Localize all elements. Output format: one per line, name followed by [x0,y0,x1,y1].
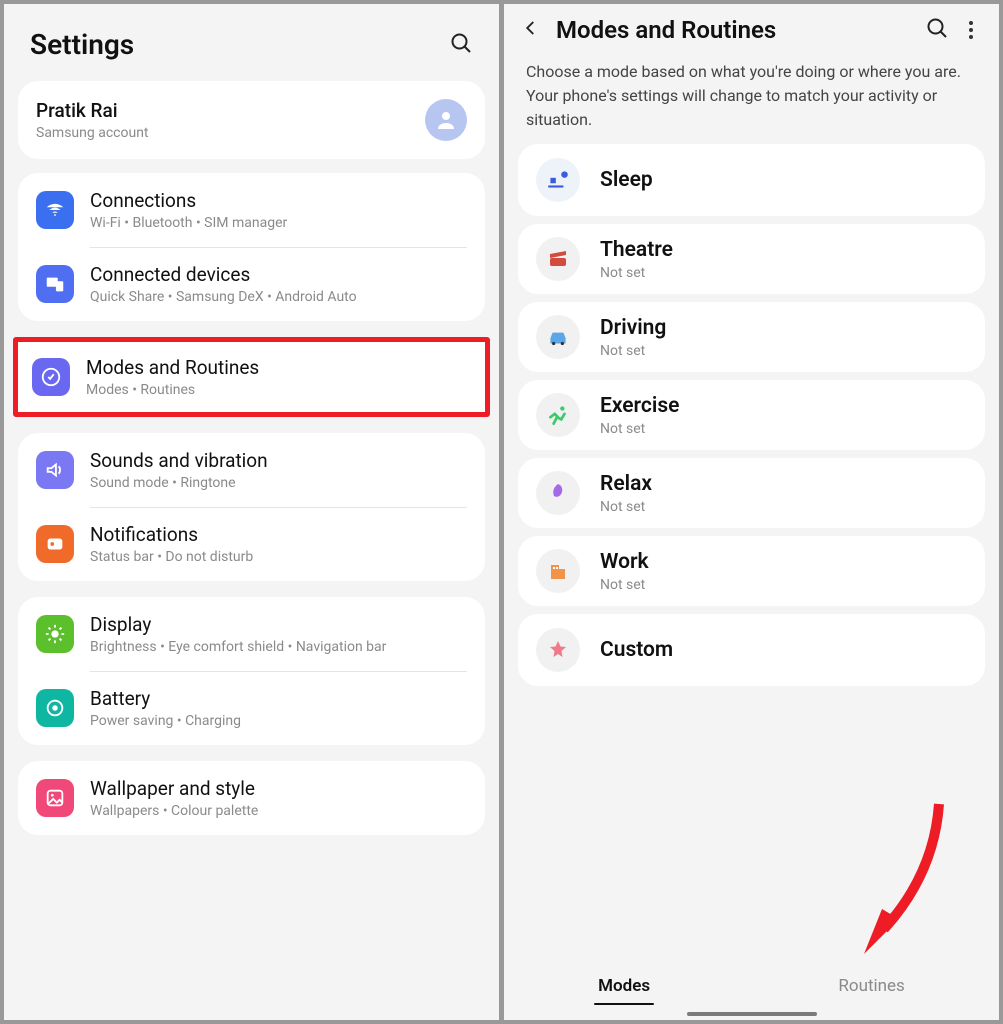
list-item-title: Battery [90,687,241,710]
search-icon[interactable] [449,31,473,59]
wallpaper-icon [36,779,74,817]
display-icon [36,615,74,653]
modes-description: Choose a mode based on what you're doing… [504,50,999,144]
mode-relax[interactable]: Relax Not set [518,458,985,528]
exercise-icon [536,393,580,437]
list-item-title: Connections [90,189,287,212]
list-item-title: Modes and Routines [86,356,259,379]
battery-icon [36,689,74,727]
list-item-wallpaper[interactable]: Wallpaper and style Wallpapers • Colour … [18,761,485,835]
mode-exercise[interactable]: Exercise Not set [518,380,985,450]
account-sub: Samsung account [36,125,149,141]
mode-custom[interactable]: Custom [518,614,985,686]
page-title: Settings [30,28,134,61]
work-icon [536,549,580,593]
list-item-title: Wallpaper and style [90,777,258,800]
account-card[interactable]: Pratik Rai Samsung account [18,81,485,159]
highlighted-modes-routines[interactable]: Modes and Routines Modes • Routines [13,337,490,417]
back-icon[interactable] [522,19,540,41]
settings-group-4: Wallpaper and style Wallpapers • Colour … [18,761,485,835]
mode-title: Custom [600,638,673,662]
list-item-title: Connected devices [90,263,357,286]
settings-group-1: Connections Wi-Fi • Bluetooth • SIM mana… [18,173,485,321]
list-item-sub: Status bar • Do not disturb [90,549,253,565]
settings-header: Settings [4,4,499,75]
mode-sub: Not set [600,499,652,515]
list-item-title: Sounds and vibration [90,449,268,472]
mode-title: Work [600,550,649,574]
list-item-sounds[interactable]: Sounds and vibration Sound mode • Ringto… [18,433,485,507]
mode-driving[interactable]: Driving Not set [518,302,985,372]
sleep-icon [536,158,580,202]
tab-modes[interactable]: Modes [594,968,654,1004]
settings-group-3: Display Brightness • Eye comfort shield … [18,597,485,745]
modes-routines-screen: Modes and Routines Choose a mode based o… [504,4,999,1020]
notifications-icon [36,525,74,563]
bottom-tabs: Modes Routines [504,962,999,1008]
mode-theatre[interactable]: Theatre Not set [518,224,985,294]
mode-title: Sleep [600,168,653,192]
list-item-sub: Quick Share • Samsung DeX • Android Auto [90,289,357,305]
mode-work[interactable]: Work Not set [518,536,985,606]
list-item-battery[interactable]: Battery Power saving • Charging [18,671,485,745]
page-title: Modes and Routines [556,16,909,44]
list-item-sub: Wi-Fi • Bluetooth • SIM manager [90,215,287,231]
mode-sub: Not set [600,421,679,437]
list-item-sub: Wallpapers • Colour palette [90,803,258,819]
list-item-title: Display [90,613,386,636]
mode-sub: Not set [600,265,673,281]
tab-routines[interactable]: Routines [834,968,908,1004]
list-item-sub: Brightness • Eye comfort shield • Naviga… [90,639,386,655]
mode-sub: Not set [600,577,649,593]
wifi-icon [36,191,74,229]
list-item-title: Notifications [90,523,253,546]
custom-icon [536,628,580,672]
mode-title: Driving [600,316,666,340]
modes-routines-icon [32,358,70,396]
devices-icon [36,265,74,303]
mode-title: Exercise [600,394,679,418]
mode-sleep[interactable]: Sleep [518,144,985,216]
sound-icon [36,451,74,489]
search-icon[interactable] [925,16,949,44]
account-name: Pratik Rai [36,99,149,122]
list-item-notifications[interactable]: Notifications Status bar • Do not distur… [18,507,485,581]
modes-header: Modes and Routines [504,4,999,50]
mode-sub: Not set [600,343,666,359]
settings-screen: Settings Pratik Rai Samsung account Conn… [4,4,499,1020]
relax-icon [536,471,580,515]
modes-list: Sleep Theatre Not set Driving Not set [504,144,999,962]
more-icon[interactable] [965,17,977,43]
avatar [425,99,467,141]
list-item-display[interactable]: Display Brightness • Eye comfort shield … [18,597,485,671]
home-indicator [687,1012,817,1016]
list-item-connections[interactable]: Connections Wi-Fi • Bluetooth • SIM mana… [18,173,485,247]
list-item-sub: Power saving • Charging [90,713,241,729]
list-item-connected-devices[interactable]: Connected devices Quick Share • Samsung … [18,247,485,321]
mode-title: Theatre [600,238,673,262]
settings-group-2: Sounds and vibration Sound mode • Ringto… [18,433,485,581]
list-item-sub: Sound mode • Ringtone [90,475,268,491]
theatre-icon [536,237,580,281]
mode-title: Relax [600,472,652,496]
list-item-sub: Modes • Routines [86,382,259,398]
driving-icon [536,315,580,359]
